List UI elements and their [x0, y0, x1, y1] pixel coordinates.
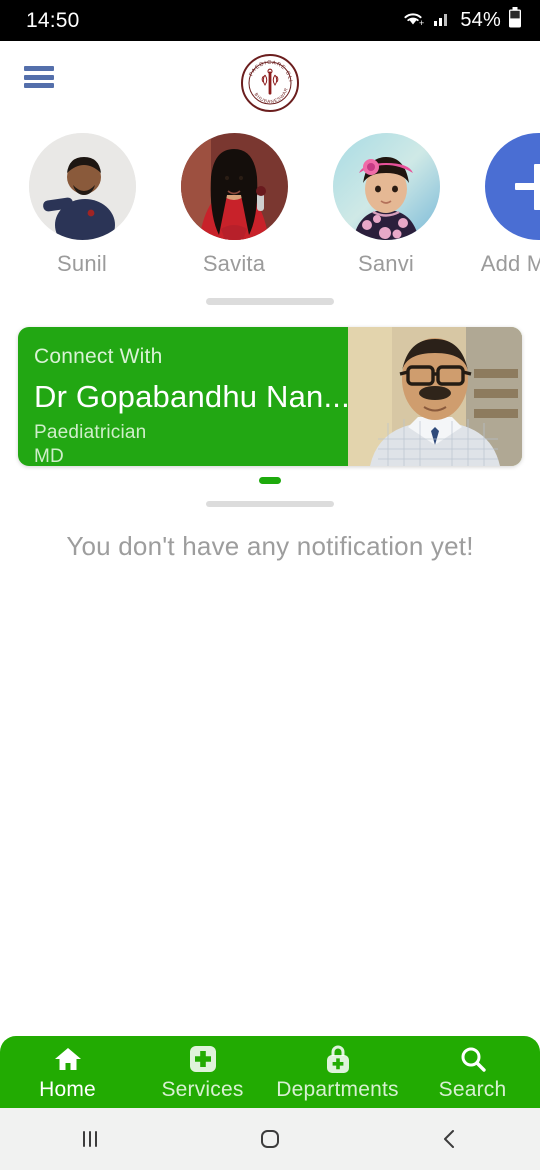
carousel-page-indicator[interactable] — [259, 477, 281, 484]
nav-item-services[interactable]: Services — [135, 1044, 270, 1102]
nav-label: Home — [39, 1078, 96, 1101]
cellular-signal-icon — [433, 8, 453, 33]
wifi-icon: + — [402, 8, 426, 33]
member-item-sunil[interactable]: Sunil — [6, 133, 158, 277]
battery-icon — [508, 7, 522, 34]
avatar-photo-savita[interactable] — [180, 133, 288, 240]
hamburger-bar — [24, 74, 54, 80]
add-member-button[interactable]: Add Mem... — [462, 133, 540, 277]
medical-bag-icon — [324, 1044, 352, 1074]
back-chevron-icon[interactable] — [360, 1126, 540, 1152]
doctor-degree: MD — [34, 446, 64, 466]
system-navigation-bar — [0, 1108, 540, 1170]
nav-item-search[interactable]: Search — [405, 1044, 540, 1102]
medical-cross-icon — [189, 1044, 217, 1074]
doctor-card-text: Connect With Dr Gopabandhu Nan... Paedia… — [18, 327, 348, 466]
hamburger-bar — [24, 83, 54, 88]
svg-text:+: + — [419, 18, 424, 28]
status-bar: 14:50 + 54% — [0, 0, 540, 41]
avatar-photo-sunil[interactable] — [28, 133, 136, 240]
app-screen: 14:50 + 54% PAEDICARE CLI BHUBANESWAR Su… — [0, 0, 540, 1170]
member-label: Sanvi — [357, 251, 415, 276]
family-members-carousel[interactable]: Sunil Savita Sanvi Add M — [0, 133, 540, 285]
home-icon — [54, 1044, 82, 1074]
member-label: Sunil — [57, 251, 107, 276]
doctor-connect-card[interactable]: Connect With Dr Gopabandhu Nan... Paedia… — [18, 327, 522, 466]
doctor-portrait-photo — [348, 327, 522, 466]
doctor-name: Dr Gopabandhu Nan... — [34, 379, 348, 414]
hamburger-menu-icon[interactable] — [24, 66, 54, 88]
member-item-sanvi[interactable]: Sanvi — [310, 133, 462, 277]
member-label: Savita — [202, 251, 266, 276]
members-scrollbar[interactable] — [206, 298, 334, 305]
nav-item-home[interactable]: Home — [0, 1044, 135, 1102]
doctor-speciality: Paediatrician — [34, 422, 147, 443]
nav-label: Search — [438, 1078, 507, 1101]
plus-icon — [515, 163, 540, 210]
battery-percent-label: 54% — [460, 9, 501, 31]
hamburger-bar — [24, 66, 54, 71]
app-header: PAEDICARE CLINIC BHUBANESWAR — [0, 41, 540, 124]
cards-scrollbar[interactable] — [206, 501, 334, 507]
search-icon — [459, 1044, 487, 1074]
nav-item-departments[interactable]: Departments — [270, 1044, 405, 1102]
add-member-label: Add Mem... — [480, 251, 540, 276]
avatar-photo-sanvi[interactable] — [332, 133, 440, 240]
paedicare-clinic-logo[interactable]: PAEDICARE CLINIC BHUBANESWAR — [237, 48, 301, 114]
empty-notifications-message: You don't have any notification yet! — [66, 531, 474, 561]
nav-label: Departments — [276, 1078, 399, 1101]
recents-icon[interactable] — [0, 1126, 180, 1152]
connect-with-label: Connect With — [34, 345, 163, 368]
nav-label: Services — [161, 1078, 244, 1101]
home-square-icon[interactable] — [180, 1126, 360, 1152]
add-member-circle[interactable] — [484, 133, 540, 240]
status-bar-indicators: + 54% — [402, 7, 522, 34]
bottom-navigation-bar: Home Services Departments Search — [0, 1036, 540, 1108]
status-bar-clock: 14:50 — [26, 8, 80, 32]
member-item-savita[interactable]: Savita — [158, 133, 310, 277]
